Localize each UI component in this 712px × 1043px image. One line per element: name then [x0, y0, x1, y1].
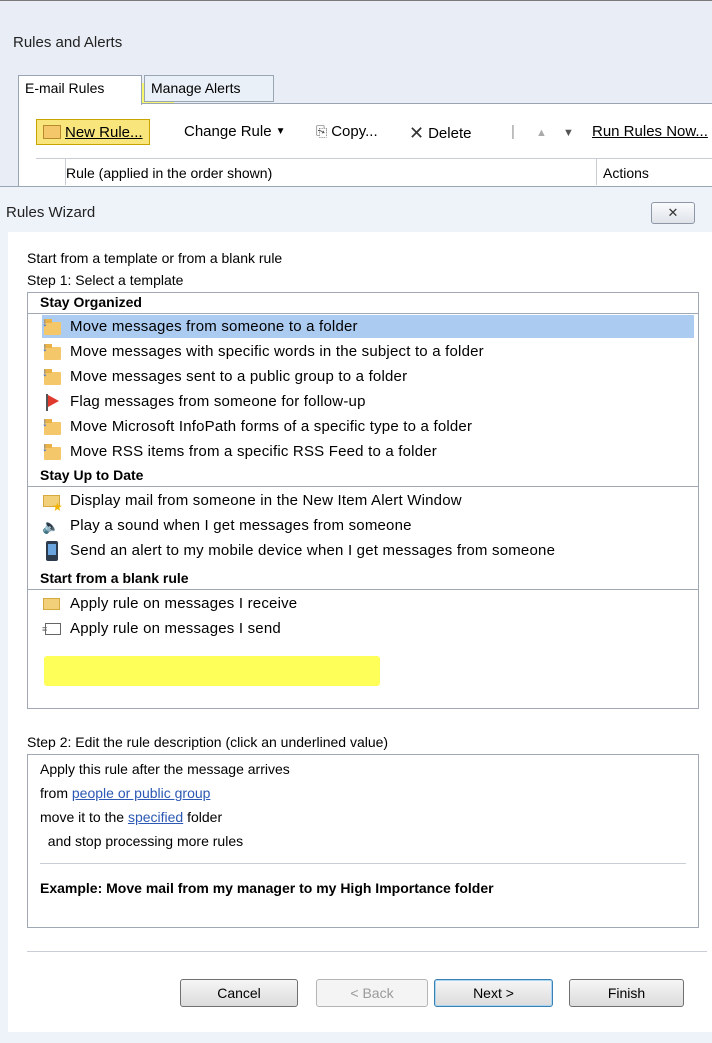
- group-stay-organized: Stay Organized: [28, 294, 698, 314]
- template-item-label: Apply rule on messages I send: [70, 620, 281, 637]
- finish-button[interactable]: Finish: [569, 979, 684, 1007]
- template-item[interactable]: ↓ Move Microsoft InfoPath forms of a spe…: [42, 415, 694, 438]
- description-line: move it to the specified folder: [40, 809, 222, 825]
- change-rule-button[interactable]: Change Rule ▼: [184, 123, 285, 140]
- speaker-icon: 🔈: [42, 517, 60, 534]
- description-line: and stop processing more rules: [40, 833, 244, 849]
- template-item[interactable]: ★ Display mail from someone in the New I…: [42, 489, 694, 514]
- close-icon[interactable]: ✕: [651, 202, 695, 224]
- run-rules-now-label: Run Rules Now...: [592, 123, 708, 140]
- template-item[interactable]: ↓ Move messages sent to a public group t…: [42, 365, 694, 388]
- description-line: Apply this rule after the message arrive…: [40, 761, 290, 777]
- new-rule-icon: [43, 125, 61, 139]
- group-blank-rule: Start from a blank rule: [28, 570, 698, 590]
- column-rule[interactable]: Rule (applied in the order shown): [66, 165, 272, 181]
- copy-icon: ⎘: [316, 123, 328, 139]
- template-item[interactable]: Flag messages from someone for follow-up: [42, 390, 694, 413]
- wizard-body: Start from a template or from a blank ru…: [8, 232, 712, 1032]
- template-item-label: Move messages sent to a public group to …: [70, 368, 408, 385]
- specified-folder-link[interactable]: specified: [128, 809, 183, 825]
- new-rule-label: New Rule...: [65, 123, 143, 141]
- template-item-label: Flag messages from someone for follow-up: [70, 393, 366, 410]
- template-item-label: Display mail from someone in the New Ite…: [70, 492, 462, 509]
- tab-email-rules[interactable]: E-mail Rules: [18, 75, 142, 105]
- column-actions[interactable]: Actions: [596, 159, 649, 185]
- move-down-icon[interactable]: ▼: [563, 127, 574, 139]
- flag-icon: [42, 392, 62, 412]
- mail-alert-icon: ★: [42, 491, 63, 514]
- mobile-phone-icon: [42, 540, 62, 561]
- template-item[interactable]: ↓ Move RSS items from a specific RSS Fee…: [42, 440, 694, 463]
- divider: [40, 863, 686, 864]
- move-to-folder-icon: ↓: [42, 415, 62, 437]
- toolbar-separator: |: [511, 123, 515, 140]
- checkbox-column: [36, 159, 66, 185]
- template-item-label: Apply rule on messages I receive: [70, 595, 298, 612]
- template-item[interactable]: Send an alert to my mobile device when I…: [42, 539, 694, 562]
- template-item[interactable]: ↓ Move messages from someone to a folder: [42, 315, 694, 338]
- rules-wizard-dialog: Rules Wizard ✕ Start from a template or …: [0, 186, 712, 1043]
- description-text: folder: [183, 809, 223, 825]
- back-button[interactable]: < Back: [316, 979, 428, 1007]
- divider: [27, 951, 707, 952]
- template-item[interactable]: ↓ Move messages with specific words in t…: [42, 340, 694, 363]
- delete-button[interactable]: ✕ Delete: [409, 123, 471, 144]
- envelope-icon: [42, 594, 62, 614]
- copy-label: Copy...: [331, 123, 378, 140]
- move-to-folder-icon: ↓: [42, 365, 62, 387]
- template-item-label: Move messages with specific words in the…: [70, 343, 484, 360]
- template-item-label: Play a sound when I get messages from so…: [70, 517, 412, 534]
- people-or-public-group-link[interactable]: people or public group: [72, 785, 211, 801]
- template-item[interactable]: ≡ Apply rule on messages I send: [42, 617, 694, 640]
- template-list[interactable]: Stay Organized ↓ Move messages from some…: [27, 292, 699, 709]
- move-to-folder-icon: ↓: [42, 315, 62, 337]
- template-item-label: Move messages from someone to a folder: [70, 318, 358, 335]
- rules-column-header: Rule (applied in the order shown) Action…: [36, 158, 712, 185]
- example-text: Example: Move mail from my manager to my…: [40, 880, 494, 896]
- tab-manage-alerts[interactable]: Manage Alerts: [144, 75, 274, 102]
- rules-and-alerts-window: Rules and Alerts E-mail Rules Manage Ale…: [0, 0, 712, 187]
- template-item-label: Move Microsoft InfoPath forms of a speci…: [70, 418, 473, 435]
- template-item[interactable]: 🔈 Play a sound when I get messages from …: [42, 514, 694, 537]
- copy-button[interactable]: ⎘ Copy...: [316, 123, 378, 140]
- template-item[interactable]: Apply rule on messages I receive: [42, 592, 694, 615]
- change-rule-label: Change Rule: [184, 123, 272, 140]
- description-text: move it to the: [40, 809, 128, 825]
- next-button[interactable]: Next >: [434, 979, 553, 1007]
- delete-icon: ✕: [409, 123, 425, 143]
- send-mail-icon: ≡: [42, 619, 62, 639]
- rule-description-box: Apply this rule after the message arrive…: [27, 754, 699, 928]
- dropdown-arrow-icon: ▼: [275, 126, 286, 137]
- description-line: from people or public group: [40, 785, 210, 801]
- group-stay-up-to-date: Stay Up to Date: [28, 467, 698, 487]
- window-title: Rules and Alerts: [13, 34, 123, 51]
- move-up-icon[interactable]: ▲: [536, 127, 547, 139]
- move-to-folder-icon: ↓: [42, 440, 62, 462]
- run-rules-now-button[interactable]: Run Rules Now...: [592, 123, 708, 140]
- step2-label: Step 2: Edit the rule description (click…: [27, 734, 389, 750]
- delete-label: Delete: [428, 125, 472, 142]
- cancel-button[interactable]: Cancel: [180, 979, 298, 1007]
- intro-label: Start from a template or from a blank ru…: [27, 250, 283, 266]
- rules-toolbar: New Rule... Change Rule ▼ ⎘ Copy... ✕ De…: [18, 109, 712, 153]
- template-item-label: Send an alert to my mobile device when I…: [70, 542, 556, 559]
- description-text: from: [40, 785, 72, 801]
- dialog-title: Rules Wizard: [6, 204, 96, 221]
- new-rule-button[interactable]: New Rule...: [36, 119, 150, 145]
- highlight-marker: [44, 656, 380, 686]
- step1-label: Step 1: Select a template: [27, 272, 184, 288]
- template-item-label: Move RSS items from a specific RSS Feed …: [70, 443, 437, 460]
- move-to-folder-icon: ↓: [42, 340, 62, 362]
